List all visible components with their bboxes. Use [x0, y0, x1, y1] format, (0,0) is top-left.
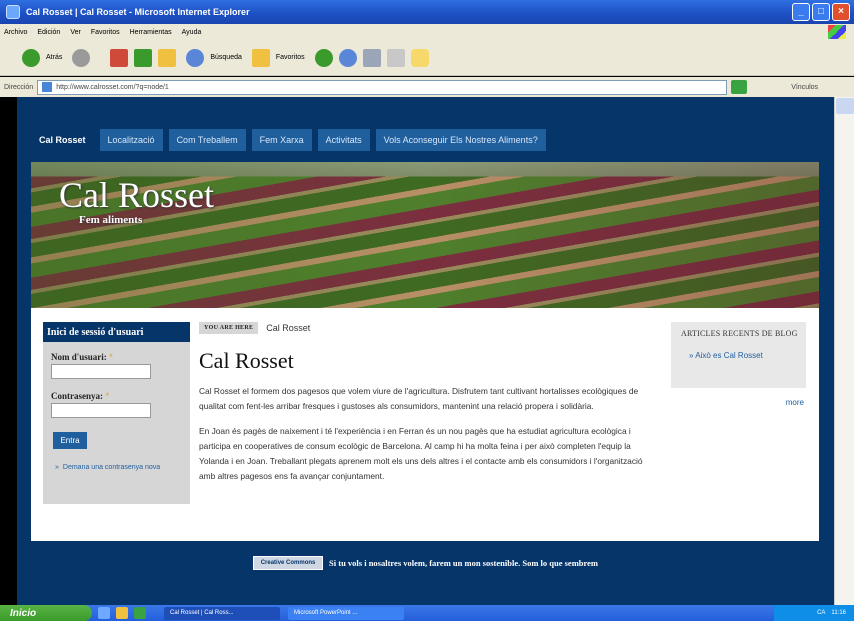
menu-archivo[interactable]: Archivo — [4, 29, 27, 36]
address-bar: Dirección http://www.calrosset.com/?q=no… — [0, 77, 854, 97]
back-arrow-icon[interactable] — [22, 48, 40, 67]
nav-item-localitzacio[interactable]: Localització — [99, 129, 163, 151]
language-indicator[interactable]: CA — [817, 610, 825, 616]
close-button[interactable]: × — [832, 3, 850, 21]
minimize-button[interactable]: _ — [792, 3, 810, 21]
links-label[interactable]: Vínculos — [791, 84, 818, 91]
menu-ver[interactable]: Ver — [70, 29, 81, 36]
ie-icon — [6, 5, 20, 19]
nav-item-fem-xarxa[interactable]: Fem Xarxa — [251, 129, 312, 151]
menu-herramientas[interactable]: Herramientas — [130, 29, 172, 36]
body-paragraph: En Joan és pagès de naixement i té l'exp… — [199, 426, 643, 481]
home-icon[interactable] — [158, 48, 177, 67]
quicklaunch-icon[interactable] — [116, 607, 128, 619]
address-label: Dirección — [4, 83, 34, 91]
menu-favoritos[interactable]: Favoritos — [91, 29, 120, 36]
content-area: Inici de sessió d'usuari Nom d'usuari: *… — [31, 308, 819, 541]
creative-commons-badge[interactable]: Creative Commons — [253, 556, 324, 570]
username-label: Nom d'usuari: — [51, 352, 107, 362]
search-button-label[interactable]: Búsqueda — [210, 54, 242, 61]
password-label: Contrasenya: — [51, 391, 103, 401]
breadcrumb-link[interactable]: Cal Rosset — [266, 323, 310, 333]
primary-nav: Cal Rosset Localització Com Treballem Fe… — [31, 129, 546, 151]
login-submit-button[interactable]: Entra — [53, 432, 87, 449]
password-field[interactable] — [51, 403, 151, 418]
address-input[interactable]: http://www.calrosset.com/?q=node/1 — [37, 79, 728, 95]
new-password-link-row[interactable]: » Demana una contrasenya nova — [55, 463, 165, 472]
vertical-scrollbar[interactable] — [834, 97, 854, 605]
print-icon[interactable] — [362, 48, 381, 67]
site-slogan: Fem aliments — [79, 214, 143, 226]
breadcrumb: YOU ARE HERE Cal Rosset — [199, 322, 654, 334]
nav-item-activitats[interactable]: Activitats — [317, 129, 370, 151]
go-icon[interactable] — [731, 80, 748, 94]
taskbar-item-ie[interactable]: Cal Rosset | Cal Ross... — [164, 606, 280, 620]
forward-arrow-icon[interactable] — [72, 48, 91, 67]
username-field[interactable] — [51, 364, 151, 379]
page-title: Cal Rosset — [199, 348, 294, 373]
recent-blog-link[interactable]: Això es Cal Rosset — [695, 351, 763, 360]
recent-blog-item[interactable]: » Això es Cal Rosset — [689, 351, 798, 360]
scroll-up-icon[interactable] — [836, 98, 854, 114]
quicklaunch-icon[interactable] — [134, 607, 146, 619]
maximize-button[interactable]: □ — [812, 3, 830, 21]
start-button[interactable]: Inicio — [0, 605, 92, 621]
taskbar-item-powerpoint[interactable]: Microsoft PowerPoint ... — [288, 606, 404, 620]
edit-icon[interactable] — [386, 48, 405, 67]
site-name[interactable]: Cal Rosset — [59, 174, 214, 216]
stop-icon[interactable] — [110, 48, 129, 67]
recent-blog-title: ARTICLES RECENTS DE BLOG — [681, 329, 798, 338]
footer: Creative Commons Si tu vols i nosaltres … — [17, 556, 834, 570]
more-link[interactable]: more — [671, 398, 804, 407]
folder-icon[interactable] — [410, 48, 429, 67]
new-password-link[interactable]: Demana una contrasenya nova — [63, 463, 160, 472]
you-are-here-label: YOU ARE HERE — [199, 322, 259, 334]
page-icon — [42, 82, 53, 92]
main-column: YOU ARE HERE Cal Rosset Cal Rosset Cal R… — [199, 322, 654, 484]
web-page: Cal Rosset Localització Com Treballem Fe… — [17, 97, 834, 605]
history-icon[interactable] — [338, 48, 357, 67]
header-banner-image: Cal Rosset Fem aliments — [31, 162, 819, 308]
bullet-icon: » — [55, 464, 59, 471]
required-mark: * — [109, 352, 113, 362]
body-paragraph: Cal Rosset el formem dos pagesos que vol… — [199, 386, 639, 411]
required-mark: * — [105, 391, 110, 401]
media-icon[interactable] — [314, 48, 333, 67]
login-title: Inici de sessió d'usuari — [43, 322, 190, 342]
nav-item-com-treballem[interactable]: Com Treballem — [168, 129, 246, 151]
login-block: Inici de sessió d'usuari Nom d'usuari: *… — [43, 322, 190, 504]
system-tray: CA 11:16 — [774, 605, 854, 621]
favorites-button-label[interactable]: Favoritos — [276, 54, 305, 61]
back-button-label[interactable]: Atrás — [46, 54, 62, 61]
address-value[interactable]: http://www.calrosset.com/?q=node/1 — [56, 84, 169, 91]
search-icon[interactable] — [186, 48, 205, 67]
refresh-icon[interactable] — [134, 48, 153, 67]
clock: 11:16 — [831, 610, 846, 616]
right-sidebar: ARTICLES RECENTS DE BLOG » Això es Cal R… — [671, 322, 806, 407]
nav-item-cal-rosset[interactable]: Cal Rosset — [31, 129, 94, 151]
taskbar: Inicio Cal Rosset | Cal Ross... Microsof… — [0, 605, 854, 621]
menu-edicion[interactable]: Edición — [37, 29, 60, 36]
favorites-star-icon[interactable] — [251, 48, 270, 67]
window-title-bar: Cal Rosset | Cal Rosset - Microsoft Inte… — [0, 0, 854, 24]
browser-toolbar: Atrás Búsqueda Favoritos — [0, 40, 854, 76]
nav-item-vols-aconseguir[interactable]: Vols Aconseguir Els Nostres Aliments? — [375, 129, 546, 151]
window-title: Cal Rosset | Cal Rosset - Microsoft Inte… — [26, 7, 250, 17]
menu-ayuda[interactable]: Ayuda — [182, 29, 202, 36]
recent-blog-block: ARTICLES RECENTS DE BLOG » Això es Cal R… — [671, 322, 806, 388]
desktop-icon[interactable] — [98, 607, 110, 619]
windows-flag-icon — [828, 25, 846, 39]
footer-message: Si tu vols i nosaltres volem, farem un m… — [329, 558, 598, 568]
menu-bar: Archivo Edición Ver Favoritos Herramient… — [0, 24, 854, 40]
